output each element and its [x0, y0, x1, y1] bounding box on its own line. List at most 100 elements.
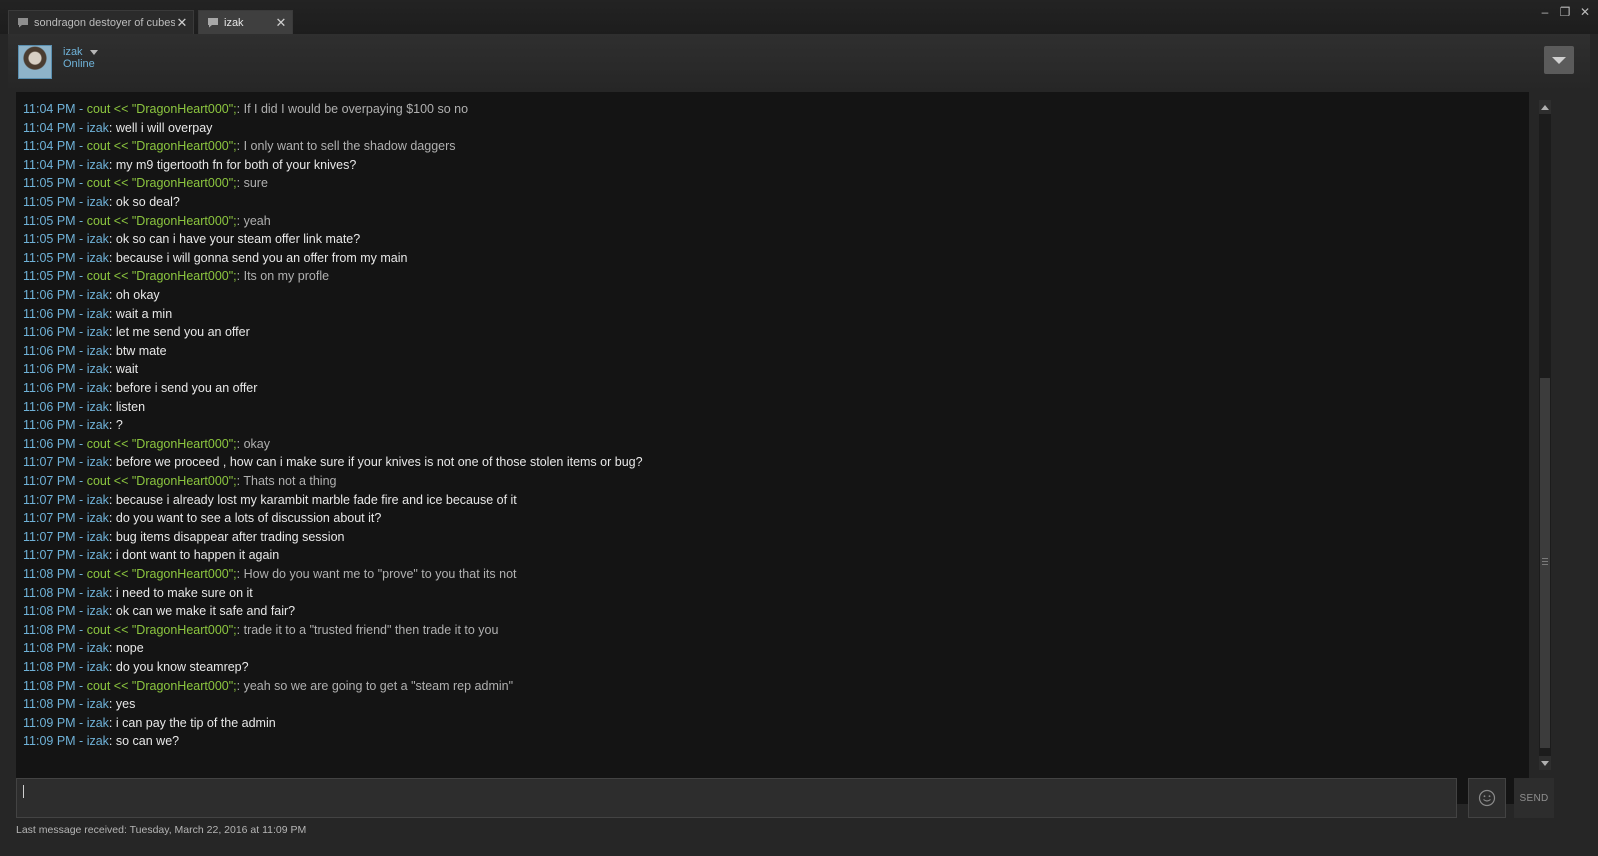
chat-panel: izak Online 11:04 PM - cout << "DragonHe…: [8, 34, 1590, 856]
message-timestamp: 11:05 PM: [23, 213, 76, 228]
chat-message: 11:08 PM - izak: nope: [23, 639, 144, 657]
scroll-thumb[interactable]: [1540, 378, 1550, 748]
close-window-button[interactable]: ✕: [1578, 5, 1592, 19]
message-sender[interactable]: izak: [87, 381, 109, 395]
message-sender[interactable]: izak: [87, 121, 109, 135]
message-sender[interactable]: izak: [87, 530, 109, 544]
chat-message: 11:05 PM - izak: ok so can i have your s…: [23, 230, 360, 248]
timestamp-separator: -: [75, 585, 87, 600]
message-timestamp: 11:08 PM: [23, 641, 76, 656]
message-timestamp: 11:08 PM: [23, 697, 76, 712]
message-sender[interactable]: cout << "DragonHeart000";: [87, 102, 237, 116]
timestamp-separator: -: [75, 269, 87, 284]
message-sender[interactable]: izak: [87, 251, 109, 265]
chat-input[interactable]: [17, 779, 1456, 817]
timestamp-separator: -: [75, 455, 87, 470]
sender-separator: :: [108, 399, 116, 414]
message-sender[interactable]: cout << "DragonHeart000";: [87, 567, 237, 581]
message-text: ok can we make it safe and fair?: [115, 604, 296, 619]
tab-close-button[interactable]: ✕: [175, 15, 189, 31]
sender-separator: :: [108, 511, 116, 526]
message-sender[interactable]: cout << "DragonHeart000";: [87, 679, 237, 693]
chat-message: 11:08 PM - izak: i need to make sure on …: [23, 584, 253, 602]
message-text: Its on my profle: [243, 269, 330, 284]
tab-izak[interactable]: izak ✕: [198, 10, 293, 34]
chat-message: 11:07 PM - cout << "DragonHeart000";: Th…: [23, 472, 337, 490]
friend-name[interactable]: izak: [63, 46, 83, 58]
sender-separator: :: [108, 734, 116, 749]
message-sender[interactable]: izak: [87, 604, 109, 618]
scroll-up-button[interactable]: [1539, 100, 1551, 114]
message-sender[interactable]: izak: [87, 418, 109, 432]
message-sender[interactable]: izak: [87, 660, 109, 674]
message-sender[interactable]: cout << "DragonHeart000";: [87, 474, 237, 488]
timestamp-separator: -: [75, 288, 87, 302]
sender-separator: :: [108, 715, 116, 730]
message-sender[interactable]: izak: [87, 307, 109, 321]
message-sender[interactable]: izak: [87, 548, 109, 562]
sender-separator: :: [236, 436, 244, 451]
message-sender[interactable]: izak: [87, 511, 109, 525]
timestamp-separator: -: [75, 678, 87, 693]
message-sender[interactable]: izak: [87, 716, 109, 730]
message-text: i need to make sure on it: [115, 585, 253, 600]
chat-message: 11:08 PM - izak: yes: [23, 695, 135, 713]
tab-sondragon[interactable]: sondragon destoyer of cubes ✕: [8, 10, 194, 34]
message-sender[interactable]: cout << "DragonHeart000";: [87, 437, 237, 451]
timestamp-separator: -: [75, 157, 87, 172]
timestamp-separator: -: [75, 474, 87, 488]
message-sender[interactable]: izak: [87, 158, 109, 172]
message-sender[interactable]: izak: [87, 325, 109, 339]
message-sender[interactable]: izak: [87, 400, 109, 414]
message-sender[interactable]: cout << "DragonHeart000";: [87, 214, 237, 228]
emoticon-button[interactable]: [1468, 778, 1506, 818]
message-text: yeah so we are going to get a "steam rep…: [243, 678, 514, 693]
message-sender[interactable]: izak: [87, 641, 109, 655]
minimize-button[interactable]: –: [1538, 5, 1552, 19]
timestamp-separator: -: [75, 492, 87, 507]
friend-status: Online: [63, 58, 95, 70]
chat-message: 11:04 PM - izak: well i will overpay: [23, 119, 212, 137]
message-text: I only want to sell the shadow daggers: [243, 139, 456, 154]
timestamp-separator: -: [75, 102, 87, 116]
message-text: yes: [115, 697, 136, 712]
message-text: ?: [115, 418, 123, 433]
message-timestamp: 11:08 PM: [23, 678, 76, 693]
message-sender[interactable]: cout << "DragonHeart000";: [87, 139, 237, 153]
message-composer[interactable]: [16, 778, 1457, 818]
grip-icon: [1542, 558, 1548, 566]
message-timestamp: 11:07 PM: [23, 511, 76, 526]
avatar[interactable]: [18, 45, 52, 79]
message-text: Thats not a thing: [243, 474, 337, 488]
chat-message: 11:06 PM - cout << "DragonHeart000";: ok…: [23, 435, 270, 453]
message-text: my m9 tigertooth fn for both of your kni…: [115, 157, 357, 172]
chat-options-button[interactable]: [1544, 46, 1574, 74]
message-sender[interactable]: izak: [87, 344, 109, 358]
timestamp-separator: -: [75, 213, 87, 228]
message-sender[interactable]: izak: [87, 697, 109, 711]
message-text: ok so can i have your steam offer link m…: [115, 232, 361, 247]
message-sender[interactable]: izak: [87, 362, 109, 376]
message-sender[interactable]: cout << "DragonHeart000";: [87, 623, 237, 637]
timestamp-separator: -: [75, 120, 87, 135]
message-sender[interactable]: izak: [87, 288, 109, 302]
message-sender[interactable]: izak: [87, 586, 109, 600]
timestamp-separator: -: [75, 362, 87, 377]
chat-message: 11:07 PM - izak: bug items disappear aft…: [23, 528, 344, 546]
message-sender[interactable]: izak: [87, 455, 109, 469]
tab-close-button[interactable]: ✕: [274, 15, 288, 31]
message-sender[interactable]: izak: [87, 734, 109, 748]
scroll-down-button[interactable]: [1539, 756, 1551, 770]
message-sender[interactable]: izak: [87, 232, 109, 246]
message-sender[interactable]: izak: [87, 195, 109, 209]
chat-message: 11:06 PM - izak: listen: [23, 398, 145, 416]
message-sender[interactable]: cout << "DragonHeart000";: [87, 269, 237, 283]
chat-log[interactable]: 11:04 PM - cout << "DragonHeart000";: If…: [16, 92, 1529, 804]
chat-scrollbar[interactable]: [1539, 100, 1551, 770]
message-sender[interactable]: cout << "DragonHeart000";: [87, 176, 237, 190]
message-timestamp: 11:05 PM: [23, 269, 76, 284]
maximize-button[interactable]: ❐: [1558, 5, 1572, 19]
message-sender[interactable]: izak: [87, 493, 109, 507]
caret-down-icon[interactable]: [90, 50, 98, 55]
send-button[interactable]: SEND: [1514, 778, 1554, 818]
